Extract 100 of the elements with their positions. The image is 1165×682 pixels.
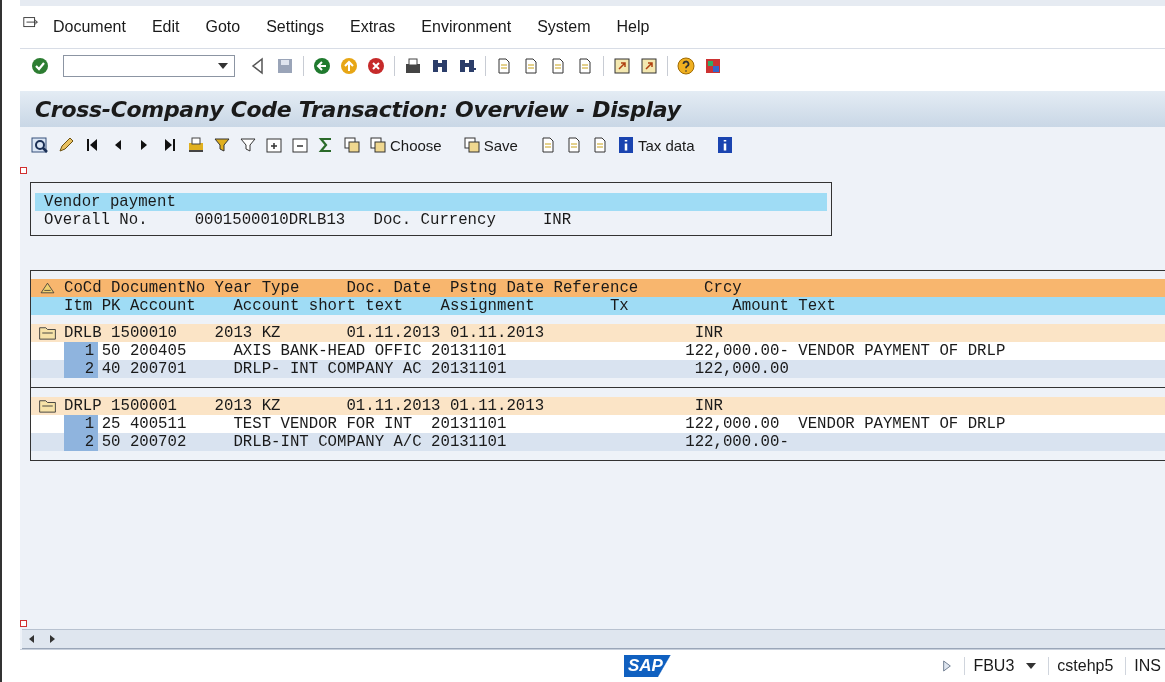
frame-marker <box>20 620 27 627</box>
table-cell-text: 122,000.00- <box>685 342 790 360</box>
filter-icon[interactable] <box>212 135 232 155</box>
table-cell-text: 1500001 <box>111 397 178 415</box>
column-header: DocumentNo <box>111 279 207 297</box>
item-number[interactable]: 2 <box>64 433 98 451</box>
system-name: cstehp5 <box>1048 657 1114 675</box>
table-cell-text: 01.11.2013 <box>449 397 546 415</box>
table-cell-text: 122,000.00- <box>685 433 790 451</box>
table-cell-text: 2013 <box>214 324 254 342</box>
menu-item[interactable]: Extras <box>350 18 396 36</box>
table-cell-text: 200702 <box>129 433 188 451</box>
table-cell-text: 122,000.00 <box>685 415 781 433</box>
table-cell-text: KZ <box>261 324 282 342</box>
column-header: Text <box>798 297 836 315</box>
table-cell-text: 25 <box>101 415 122 433</box>
table-cell-text: 400511 <box>129 415 188 433</box>
copy-icon[interactable] <box>342 135 362 155</box>
field-label: Overall No. <box>44 211 148 229</box>
column-header: Tx <box>609 297 630 315</box>
item-number[interactable]: 1 <box>64 415 98 433</box>
menu-item[interactable]: Settings <box>266 18 324 36</box>
column-header: Crcy <box>704 279 742 297</box>
table-cell-text: 01.11.2013 <box>346 324 442 342</box>
column-header: Type <box>261 279 301 297</box>
table-cell-text: 20131101 <box>431 360 508 378</box>
table-cell: INR <box>694 324 723 342</box>
menu-item[interactable]: System <box>537 18 591 36</box>
window-icon[interactable] <box>612 56 632 76</box>
table-cell: INR <box>694 397 723 415</box>
transaction-code[interactable]: FBU3 <box>964 657 1015 675</box>
table-cell-text: 20131101 <box>431 433 508 451</box>
collapse-icon[interactable] <box>290 135 310 155</box>
column-header: Doc. Date <box>346 279 433 297</box>
table-cell-text: TEST VENDOR FOR INT <box>233 415 414 433</box>
shortcut-icon[interactable] <box>639 56 659 76</box>
field-label: Doc. Currency <box>373 211 496 229</box>
column-header: Amount <box>732 297 790 315</box>
table-cell-text: 50 <box>101 433 122 451</box>
table-cell-text: 01.11.2013 <box>449 324 546 342</box>
detail-icon[interactable] <box>30 135 50 155</box>
check-icon[interactable] <box>30 56 50 76</box>
table-cell-text: 50 <box>101 342 122 360</box>
table-cell-text: 200405 <box>129 342 188 360</box>
menu-item[interactable]: Edit <box>151 18 180 36</box>
column-header: Account <box>129 297 197 315</box>
menu-item[interactable]: Document <box>53 18 126 36</box>
table-cell-text: 2013 <box>214 397 254 415</box>
toolbar-button[interactable]: Save <box>461 135 532 155</box>
table-cell: VENDOR PAYMENT OF DRLP <box>798 415 1006 433</box>
table-cell-text: 01.11.2013 <box>346 397 442 415</box>
print-icon[interactable] <box>186 135 206 155</box>
field-value: 0001500010DRLB13 <box>194 211 346 229</box>
table-cell-text: KZ <box>261 397 282 415</box>
table-cell: VENDOR PAYMENT OF DRLP <box>798 342 1006 360</box>
expand-status-icon[interactable] <box>942 659 953 673</box>
header-box-title: Vendor payment <box>35 193 827 211</box>
print-icon[interactable] <box>403 56 423 76</box>
column-header: Assignment <box>440 297 536 315</box>
back-icon[interactable] <box>312 56 332 76</box>
copy-icon[interactable] <box>461 135 482 155</box>
column-header: Itm <box>64 297 94 315</box>
layout-icon[interactable] <box>703 56 723 76</box>
command-field[interactable] <box>63 55 235 77</box>
table-cell-text: 20131101 <box>431 342 508 360</box>
table-cell-text: 40 <box>101 360 122 378</box>
table-cell-text: 122,000.00 <box>693 360 790 378</box>
table-cell-text: 1500010 <box>111 324 178 342</box>
dropdown-icon[interactable] <box>1026 663 1037 669</box>
cancel-icon[interactable] <box>366 56 386 76</box>
column-header: CoCd <box>64 279 103 297</box>
filter-icon[interactable] <box>238 135 258 155</box>
expand-icon[interactable] <box>264 135 284 155</box>
copy-icon[interactable] <box>368 135 388 155</box>
table-cell-text: DRLP- INT COMPANY AC <box>233 360 423 378</box>
pencil-icon[interactable] <box>56 135 76 155</box>
horizontal-scrollbar[interactable] <box>22 629 1165 649</box>
table-cell-text: 20131101 <box>431 415 508 433</box>
table-cell-text: DRLB-INT COMPANY A/C <box>233 433 423 451</box>
menu-item[interactable]: Goto <box>205 18 241 36</box>
column-header: Account short text <box>233 297 404 315</box>
table-cell-text: 200701 <box>129 360 188 378</box>
toolbar-button[interactable]: Choose <box>368 135 456 155</box>
column-header: Reference <box>553 279 640 297</box>
item-number[interactable]: 1 <box>64 342 98 360</box>
table-cell-text: AXIS BANK-HEAD OFFIC <box>233 342 423 360</box>
frame-marker <box>20 167 27 174</box>
table-cell-text: DRLP <box>64 397 103 415</box>
dropdown-icon[interactable] <box>218 63 228 69</box>
help-icon[interactable] <box>676 56 696 76</box>
column-header: PK <box>101 297 122 315</box>
toolbar-button[interactable]: Tax data <box>615 135 709 155</box>
column-header: Year <box>214 279 254 297</box>
column-header: Pstng Date <box>449 279 546 297</box>
screen-title: Cross-Company Code Transaction: Overview - Display <box>35 96 681 122</box>
table-cell-text: DRLB <box>64 324 103 342</box>
item-number[interactable]: 2 <box>64 360 98 378</box>
field-value: INR <box>542 211 572 229</box>
menu-item[interactable]: Help <box>616 18 650 36</box>
menu-item[interactable]: Environment <box>421 18 512 36</box>
